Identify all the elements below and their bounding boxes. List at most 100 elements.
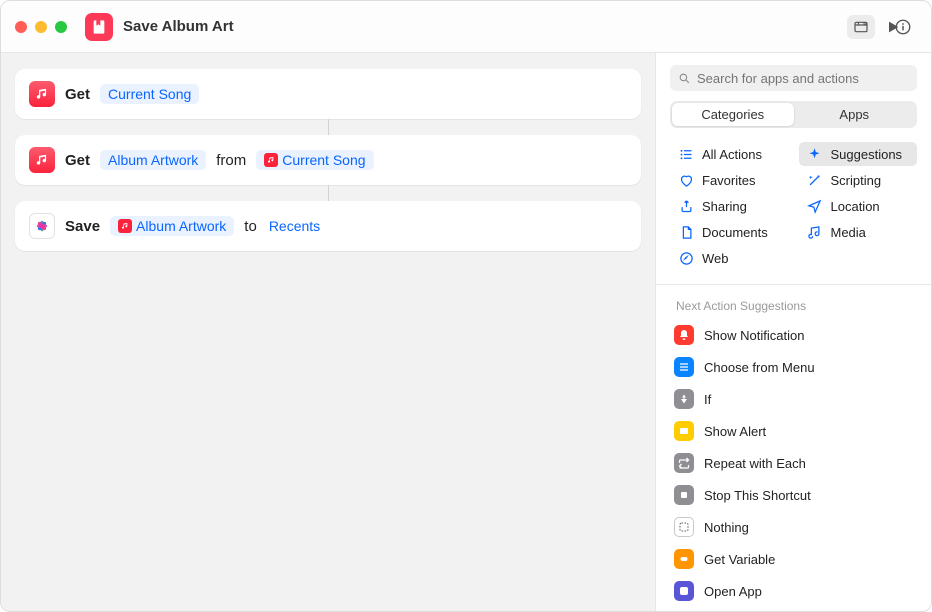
- suggestion-item[interactable]: Repeat with Each: [656, 447, 931, 479]
- suggestion-item[interactable]: Nothing: [656, 511, 931, 543]
- info-button[interactable]: [889, 15, 917, 39]
- cat-favorites[interactable]: Favorites: [670, 168, 789, 192]
- category-grid: All Actions Suggestions Favorites Script…: [656, 136, 931, 280]
- library-toggle-button[interactable]: [847, 15, 875, 39]
- suggestion-label: If: [704, 392, 711, 407]
- suggestion-icon: [674, 485, 694, 505]
- music-app-icon: [29, 147, 55, 173]
- suggestion-icon: [674, 517, 694, 537]
- wand-icon: [807, 172, 823, 188]
- action-get-album-artwork[interactable]: Get Album Artwork from Current Song: [15, 135, 641, 185]
- shortcuts-editor-window: Save Album Art Get Current Song Get: [0, 0, 932, 612]
- cat-location[interactable]: Location: [799, 194, 918, 218]
- cat-label: Favorites: [702, 173, 755, 188]
- photos-app-icon: [29, 213, 55, 239]
- shortcut-title[interactable]: Save Album Art: [123, 18, 234, 35]
- suggestion-icon: [674, 357, 694, 377]
- cat-label: Sharing: [702, 199, 747, 214]
- suggestion-label: Repeat with Each: [704, 456, 806, 471]
- cat-web[interactable]: Web: [670, 246, 789, 270]
- action-get-current-song[interactable]: Get Current Song: [15, 69, 641, 119]
- cat-sharing[interactable]: Sharing: [670, 194, 789, 218]
- suggestion-item[interactable]: URL: [656, 607, 931, 611]
- music-note-icon: [807, 224, 823, 240]
- search-field[interactable]: [670, 65, 917, 91]
- safari-icon: [678, 250, 694, 266]
- suggestion-icon: [674, 325, 694, 345]
- cat-media[interactable]: Media: [799, 220, 918, 244]
- action-verb: Save: [65, 218, 100, 235]
- document-icon: [678, 224, 694, 240]
- window-controls: [15, 21, 67, 33]
- cat-suggestions[interactable]: Suggestions: [799, 142, 918, 166]
- search-icon: [678, 72, 691, 85]
- suggestion-icon: [674, 389, 694, 409]
- suggestions-heading: Next Action Suggestions: [656, 289, 931, 319]
- music-badge-icon: [118, 219, 132, 233]
- search-input[interactable]: [697, 71, 909, 86]
- cat-documents[interactable]: Documents: [670, 220, 789, 244]
- suggestions-list[interactable]: Show Notification Choose from Menu If Show …: [656, 319, 931, 611]
- tab-categories[interactable]: Categories: [672, 103, 794, 126]
- suggestion-icon: [674, 581, 694, 601]
- heart-icon: [678, 172, 694, 188]
- variable-label: Current Song: [282, 152, 365, 168]
- share-icon: [678, 198, 694, 214]
- suggestion-label: Nothing: [704, 520, 749, 535]
- suggestion-item[interactable]: Get Variable: [656, 543, 931, 575]
- list-icon: [678, 146, 694, 162]
- variable-current-song[interactable]: Current Song: [256, 150, 373, 170]
- param-album-artwork[interactable]: Album Artwork: [100, 150, 206, 170]
- variable-album-artwork[interactable]: Album Artwork: [110, 216, 234, 236]
- suggestion-icon: [674, 549, 694, 569]
- tab-apps[interactable]: Apps: [794, 103, 916, 126]
- variable-label: Album Artwork: [136, 218, 226, 234]
- action-save-to-photos[interactable]: Save Album Artwork to Recents: [15, 201, 641, 251]
- cat-all-actions[interactable]: All Actions: [670, 142, 789, 166]
- cat-label: Web: [702, 251, 729, 266]
- cat-label: Media: [831, 225, 866, 240]
- suggestion-icon: [674, 421, 694, 441]
- suggestion-label: Show Alert: [704, 424, 766, 439]
- cat-label: Documents: [702, 225, 768, 240]
- suggestion-label: Show Notification: [704, 328, 804, 343]
- suggestion-icon: [674, 453, 694, 473]
- divider: [656, 284, 931, 285]
- suggestion-item[interactable]: If: [656, 383, 931, 415]
- connector: [328, 185, 329, 201]
- suggestion-item[interactable]: Show Alert: [656, 415, 931, 447]
- zoom-window-button[interactable]: [55, 21, 67, 33]
- suggestion-label: Stop This Shortcut: [704, 488, 811, 503]
- joiner-to: to: [244, 218, 257, 235]
- cat-label: Location: [831, 199, 880, 214]
- body: Get Current Song Get Album Artwork from …: [1, 53, 931, 611]
- sidebar-header: Categories Apps: [656, 53, 931, 136]
- param-recents[interactable]: Recents: [267, 216, 322, 236]
- suggestion-item[interactable]: Stop This Shortcut: [656, 479, 931, 511]
- suggestion-item[interactable]: Choose from Menu: [656, 351, 931, 383]
- cat-label: All Actions: [702, 147, 762, 162]
- cat-label: Scripting: [831, 173, 882, 188]
- action-verb: Get: [65, 152, 90, 169]
- suggestion-label: Choose from Menu: [704, 360, 815, 375]
- close-window-button[interactable]: [15, 21, 27, 33]
- shortcut-icon: [85, 13, 113, 41]
- suggestion-item[interactable]: Show Notification: [656, 319, 931, 351]
- sparkle-icon: [807, 146, 823, 162]
- param-current-song[interactable]: Current Song: [100, 84, 199, 104]
- music-app-icon: [29, 81, 55, 107]
- location-icon: [807, 198, 823, 214]
- minimize-window-button[interactable]: [35, 21, 47, 33]
- suggestion-label: Open App: [704, 584, 762, 599]
- suggestion-label: Get Variable: [704, 552, 775, 567]
- cat-scripting[interactable]: Scripting: [799, 168, 918, 192]
- connector: [328, 119, 329, 135]
- action-verb: Get: [65, 86, 90, 103]
- cat-label: Suggestions: [831, 147, 903, 162]
- suggestion-item[interactable]: Open App: [656, 575, 931, 607]
- library-sidebar: Categories Apps All Actions Suggestions …: [655, 53, 931, 611]
- music-badge-icon: [264, 153, 278, 167]
- workflow-editor[interactable]: Get Current Song Get Album Artwork from …: [1, 53, 655, 611]
- sidebar-toolbar: [656, 1, 931, 53]
- library-tabs: Categories Apps: [670, 101, 917, 128]
